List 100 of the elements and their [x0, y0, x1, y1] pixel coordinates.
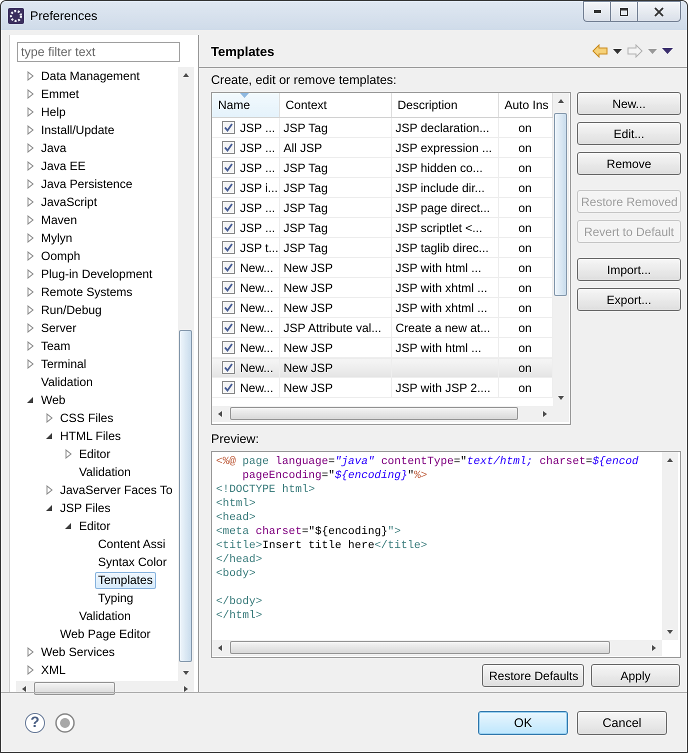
tree-item[interactable]: JavaServer Faces To	[57, 482, 176, 498]
filter-field[interactable]: type filter text	[17, 42, 180, 62]
table-row[interactable]: JSP ... JSP Tag JSP declaration... on	[212, 118, 552, 138]
tree-item[interactable]: JSP Files	[57, 500, 114, 516]
expand-arrow-icon[interactable]	[27, 359, 35, 369]
view-menu-icon[interactable]	[662, 48, 673, 54]
maximize-button[interactable]	[610, 1, 637, 22]
tree-item[interactable]: Oomph	[38, 248, 84, 264]
tree-item[interactable]: Terminal	[38, 356, 90, 372]
checkbox[interactable]	[222, 301, 235, 314]
tree-item[interactable]: Team	[38, 338, 74, 354]
expand-arrow-icon[interactable]	[46, 413, 54, 423]
tree-item[interactable]: Server	[38, 320, 80, 336]
expand-arrow-icon[interactable]	[46, 485, 54, 495]
column-header[interactable]: Name	[212, 93, 279, 118]
collapse-arrow-icon[interactable]	[27, 396, 35, 404]
tree-item[interactable]: Typing	[95, 590, 136, 606]
restore-defaults-button[interactable]: Restore Defaults	[482, 664, 584, 687]
table-row[interactable]: JSP ... All JSP JSP expression ... on	[212, 138, 552, 158]
expand-arrow-icon[interactable]	[27, 215, 35, 225]
checkbox[interactable]	[222, 261, 235, 274]
tree-item[interactable]: HTML Files	[57, 428, 124, 444]
table-row[interactable]: JSP ... JSP Tag JSP page direct... on	[212, 198, 552, 218]
tree-item[interactable]: Validation	[38, 374, 96, 390]
checkbox[interactable]	[222, 221, 235, 234]
tree-item[interactable]: Editor	[76, 446, 114, 462]
checkbox[interactable]	[222, 161, 235, 174]
scrollbar-thumb[interactable]	[230, 641, 610, 654]
expand-arrow-icon[interactable]	[27, 179, 35, 189]
checkbox[interactable]	[222, 281, 235, 294]
action-button[interactable]: New...	[577, 92, 681, 115]
collapse-arrow-icon[interactable]	[46, 432, 54, 440]
table-row[interactable]: New... New JSP JSP with xhtml ... on	[212, 298, 552, 318]
checkbox[interactable]	[222, 341, 235, 354]
tree-item[interactable]: Validation	[76, 608, 134, 624]
column-header[interactable]: Auto Ins	[498, 93, 552, 118]
collapse-arrow-icon[interactable]	[46, 504, 54, 512]
scrollbar-thumb[interactable]	[179, 330, 192, 662]
scrollbar-thumb[interactable]	[230, 407, 518, 420]
caret-icon[interactable]	[613, 48, 622, 54]
checkbox[interactable]	[222, 201, 235, 214]
scrollbar-thumb[interactable]	[554, 113, 567, 296]
tree-item[interactable]: XML	[38, 662, 69, 678]
expand-arrow-icon[interactable]	[27, 125, 35, 135]
table-row[interactable]: JSP ... JSP Tag JSP scriptlet <... on	[212, 218, 552, 238]
expand-arrow-icon[interactable]	[27, 161, 35, 171]
expand-arrow-icon[interactable]	[27, 197, 35, 207]
tree-item[interactable]: Web Page Editor	[57, 626, 154, 642]
tree-item[interactable]: Maven	[38, 212, 80, 228]
expand-arrow-icon[interactable]	[27, 143, 35, 153]
tree-item[interactable]: Editor	[76, 518, 114, 534]
action-button[interactable]: Edit...	[577, 122, 681, 145]
tree-item[interactable]: Emmet	[38, 86, 82, 102]
apply-button[interactable]: Apply	[591, 664, 680, 687]
expand-arrow-icon[interactable]	[27, 323, 35, 333]
tree-item[interactable]: Plug-in Development	[38, 266, 156, 282]
expand-arrow-icon[interactable]	[65, 449, 73, 459]
tree-item[interactable]: Validation	[76, 464, 134, 480]
dialog-button[interactable]: OK	[478, 710, 568, 734]
tree-item[interactable]: Install/Update	[38, 122, 118, 138]
tree-item[interactable]: Templates	[95, 572, 156, 588]
tree-item[interactable]: JavaScript	[38, 194, 100, 210]
action-button[interactable]: Export...	[577, 288, 681, 311]
dialog-button[interactable]: Cancel	[577, 710, 667, 734]
tree-item[interactable]: Content Assi	[95, 536, 168, 552]
expand-arrow-icon[interactable]	[27, 305, 35, 315]
table-row[interactable]: JSP t... JSP Tag JSP taglib direc... on	[212, 238, 552, 258]
table-row[interactable]: New... New JSP on	[212, 358, 552, 378]
checkbox[interactable]	[222, 181, 235, 194]
checkbox[interactable]	[222, 241, 235, 254]
minimize-button[interactable]	[583, 1, 610, 22]
tree-item[interactable]: Java	[38, 140, 70, 156]
table-row[interactable]: New... New JSP JSP with JSP 2.... on	[212, 378, 552, 398]
scrollbar-thumb[interactable]	[34, 682, 115, 695]
tree-item[interactable]: Remote Systems	[38, 284, 136, 300]
expand-arrow-icon[interactable]	[27, 341, 35, 351]
tree-item[interactable]: Java EE	[38, 158, 89, 174]
checkbox[interactable]	[222, 381, 235, 394]
tree-item[interactable]: Web Services	[38, 644, 118, 660]
tree-item[interactable]: CSS Files	[57, 410, 116, 426]
expand-arrow-icon[interactable]	[27, 269, 35, 279]
table-row[interactable]: New... New JSP JSP with html ... on	[212, 258, 552, 278]
expand-arrow-icon[interactable]	[27, 665, 35, 675]
tree-item[interactable]: Run/Debug	[38, 302, 105, 318]
expand-arrow-icon[interactable]	[27, 107, 35, 117]
table-row[interactable]: JSP i... JSP Tag JSP include dir... on	[212, 178, 552, 198]
record-icon[interactable]	[55, 712, 75, 732]
tree-item[interactable]: Web	[38, 392, 68, 408]
tree-item[interactable]: Data Management	[38, 68, 143, 84]
expand-arrow-icon[interactable]	[27, 233, 35, 243]
action-button[interactable]: Import...	[577, 258, 681, 281]
table-row[interactable]: New... JSP Attribute val... Create a new at... on	[212, 318, 552, 338]
tree-item[interactable]: Syntax Color	[95, 554, 170, 570]
expand-arrow-icon[interactable]	[27, 287, 35, 297]
checkbox[interactable]	[222, 321, 235, 334]
column-header[interactable]: Description	[391, 93, 498, 118]
collapse-arrow-icon[interactable]	[65, 522, 73, 530]
checkbox[interactable]	[222, 121, 235, 134]
expand-arrow-icon[interactable]	[27, 71, 35, 81]
tree-item[interactable]: Help	[38, 104, 69, 120]
